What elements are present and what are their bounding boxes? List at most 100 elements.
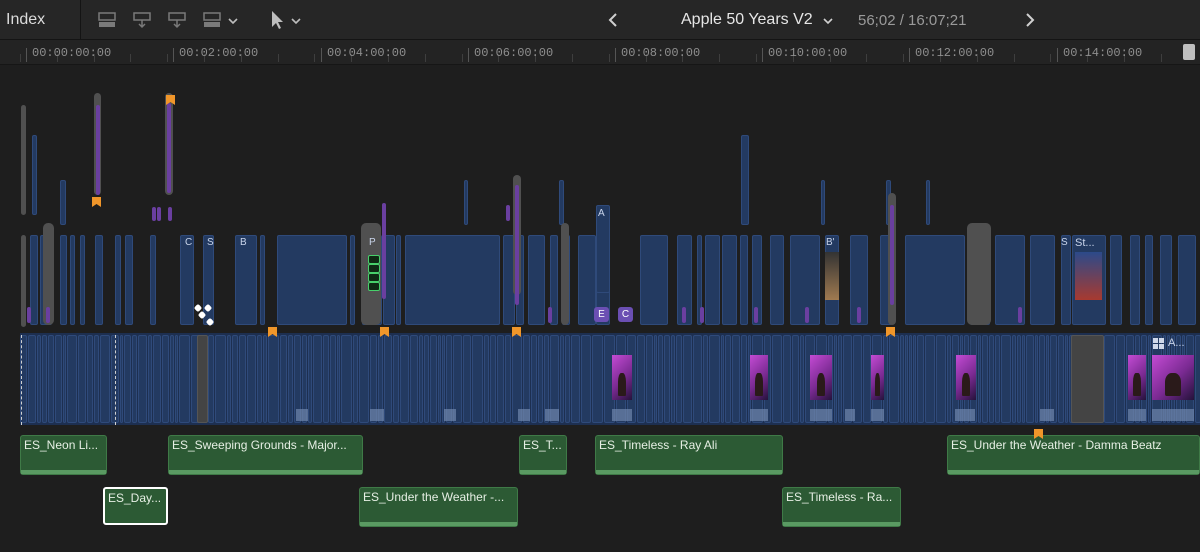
video-clip[interactable] xyxy=(1022,335,1025,423)
connect-clip-icon[interactable] xyxy=(166,9,188,31)
video-clip[interactable] xyxy=(732,335,740,423)
video-clip[interactable] xyxy=(308,335,312,423)
video-clip[interactable] xyxy=(671,335,675,423)
audio-clip[interactable]: ES_Timeless - Ra... xyxy=(782,487,901,527)
video-clip[interactable] xyxy=(239,335,246,423)
audio-clip-selected[interactable]: ES_Day... xyxy=(103,487,168,525)
connected-clip[interactable] xyxy=(1130,235,1140,325)
video-clip[interactable] xyxy=(330,335,336,423)
video-clip[interactable] xyxy=(560,335,564,423)
title-clip[interactable] xyxy=(857,307,861,323)
video-clip[interactable] xyxy=(982,335,988,423)
video-clip[interactable] xyxy=(792,335,799,423)
video-clip[interactable] xyxy=(1035,335,1038,423)
video-clip[interactable] xyxy=(531,335,537,423)
video-clip[interactable] xyxy=(87,335,93,423)
audio-clip[interactable]: ES_Under the Weather - Damma Beatz xyxy=(947,435,1200,475)
video-clip[interactable] xyxy=(703,335,708,423)
video-clip[interactable] xyxy=(153,335,161,423)
video-clip[interactable] xyxy=(472,335,483,423)
connected-clip[interactable] xyxy=(722,235,737,325)
title-clip[interactable] xyxy=(700,307,704,323)
connected-clip[interactable] xyxy=(95,235,103,325)
connected-clip[interactable] xyxy=(32,135,37,215)
video-clip[interactable] xyxy=(430,335,437,423)
title-clip[interactable] xyxy=(515,185,519,305)
previous-icon[interactable] xyxy=(605,11,621,29)
video-clip[interactable] xyxy=(581,335,591,423)
connected-clip[interactable] xyxy=(770,235,784,325)
video-clip[interactable] xyxy=(800,335,804,423)
connected-clip[interactable] xyxy=(926,180,930,225)
video-clip[interactable] xyxy=(484,335,489,423)
playhead-handle[interactable] xyxy=(1183,44,1195,60)
video-clip[interactable] xyxy=(505,335,511,423)
video-clip[interactable] xyxy=(323,335,329,423)
video-clip[interactable] xyxy=(384,335,392,423)
video-clip[interactable] xyxy=(995,335,1000,423)
video-clip[interactable] xyxy=(838,335,842,423)
video-clip[interactable] xyxy=(410,335,418,423)
video-clip[interactable] xyxy=(419,335,423,423)
video-clip[interactable] xyxy=(658,335,663,423)
video-clip[interactable] xyxy=(693,335,702,423)
video-clip[interactable] xyxy=(232,335,238,423)
connected-clip[interactable] xyxy=(821,180,825,225)
connected-clip[interactable] xyxy=(150,235,156,325)
video-clip[interactable] xyxy=(28,335,36,423)
video-clip[interactable] xyxy=(889,335,899,423)
video-clip[interactable] xyxy=(676,335,682,423)
adjustment-clip[interactable] xyxy=(21,235,26,327)
video-clip[interactable] xyxy=(989,335,994,423)
video-clip[interactable] xyxy=(148,335,152,423)
video-clip[interactable] xyxy=(162,335,169,423)
video-clip[interactable] xyxy=(646,335,653,423)
adjustment-clip[interactable] xyxy=(967,223,991,325)
connected-clip[interactable] xyxy=(235,235,257,325)
title-clip[interactable] xyxy=(890,205,894,305)
connected-clip[interactable] xyxy=(528,235,545,325)
video-clip[interactable] xyxy=(863,335,871,423)
project-menu-chevron-icon[interactable] xyxy=(823,13,833,31)
connected-clip[interactable] xyxy=(260,235,265,325)
title-clip[interactable] xyxy=(805,307,809,323)
video-clip[interactable] xyxy=(571,335,580,423)
insert-clip-icon[interactable] xyxy=(131,9,153,31)
video-clip[interactable] xyxy=(341,335,352,423)
connected-clip[interactable] xyxy=(60,180,66,225)
connected-clip[interactable] xyxy=(1178,235,1196,325)
video-clip[interactable] xyxy=(1195,335,1200,423)
connected-clip[interactable] xyxy=(1110,235,1122,325)
video-clip[interactable] xyxy=(438,335,441,423)
adjustment-clip[interactable] xyxy=(21,105,26,215)
video-clip[interactable] xyxy=(1065,335,1068,423)
video-clip[interactable] xyxy=(978,335,981,423)
video-clip[interactable] xyxy=(1148,335,1151,423)
video-clip[interactable] xyxy=(227,335,231,423)
video-clip[interactable] xyxy=(1058,335,1064,423)
video-clip[interactable] xyxy=(900,335,904,423)
video-clip[interactable] xyxy=(1017,335,1021,423)
next-icon[interactable] xyxy=(1022,11,1038,29)
marker-icon[interactable] xyxy=(92,197,101,207)
video-clip[interactable] xyxy=(1116,335,1125,423)
video-clip[interactable] xyxy=(268,335,279,423)
connected-clip[interactable] xyxy=(740,235,748,325)
connected-clip[interactable] xyxy=(180,235,194,325)
connected-clip[interactable] xyxy=(80,235,85,325)
title-clip[interactable] xyxy=(754,307,758,323)
connected-clip[interactable] xyxy=(1145,235,1153,325)
video-clip[interactable] xyxy=(925,335,935,423)
video-clip[interactable] xyxy=(565,335,570,423)
video-clip[interactable] xyxy=(132,335,137,423)
video-clip[interactable] xyxy=(175,335,178,423)
connected-clip[interactable] xyxy=(1061,235,1071,325)
index-button[interactable]: Index xyxy=(6,11,45,29)
title-clip[interactable] xyxy=(506,205,510,221)
timeline-ruler[interactable]: 00:00:00:00 00:02:00:00 00:04:00:00 00:0… xyxy=(0,40,1200,65)
title-clip[interactable] xyxy=(1018,307,1022,323)
video-clip[interactable] xyxy=(170,335,174,423)
video-clip[interactable] xyxy=(215,335,226,423)
video-clip[interactable] xyxy=(1026,335,1034,423)
video-clip[interactable] xyxy=(55,335,62,423)
